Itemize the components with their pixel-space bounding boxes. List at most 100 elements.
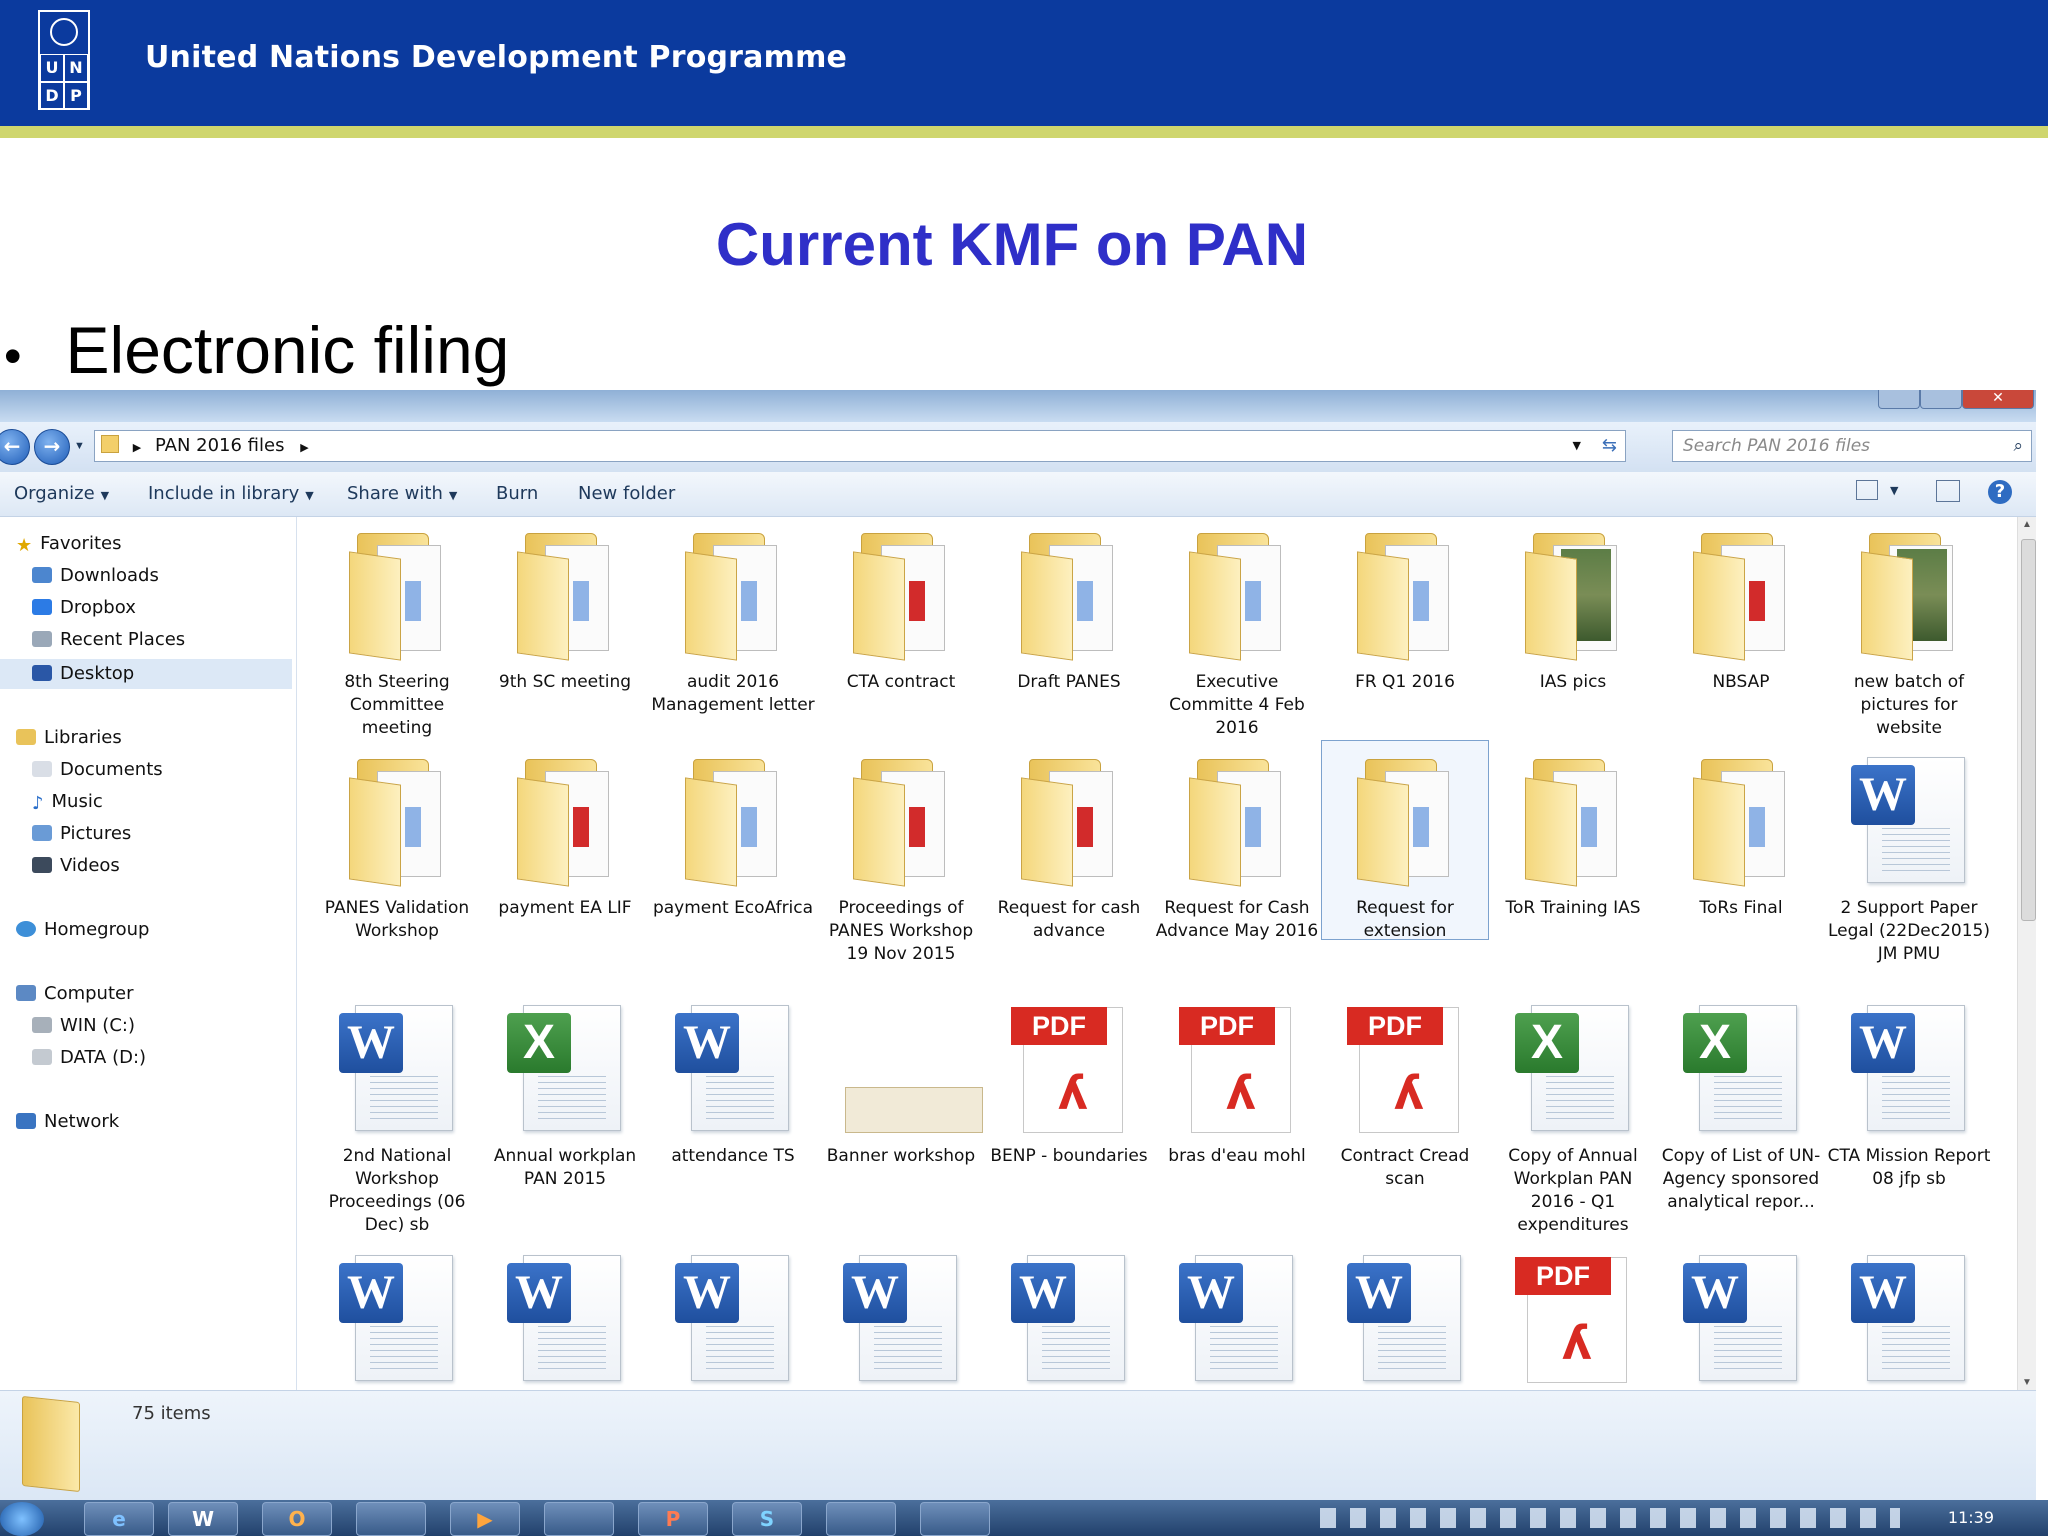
nav-homegroup[interactable]: Homegroup — [16, 919, 149, 940]
new-folder-button[interactable]: New folder — [578, 483, 675, 504]
file-item-powerpoint[interactable]: Banner workshop — [818, 999, 984, 1168]
change-view-icon[interactable] — [1856, 480, 1878, 500]
close-button[interactable]: ✕ — [1962, 390, 2034, 409]
file-item-word[interactable]: W — [1658, 1249, 1824, 1389]
file-item-word[interactable]: W2 Support Paper Legal (22Dec2015) JM PM… — [1826, 751, 1992, 966]
breadcrumb-current[interactable]: PAN 2016 files — [155, 435, 285, 456]
file-item-word[interactable]: W — [314, 1249, 480, 1389]
scroll-up-icon[interactable]: ▲ — [2022, 519, 2032, 530]
nav-dropbox[interactable]: Dropbox — [32, 597, 136, 618]
file-item-word[interactable]: Wattendance TS — [650, 999, 816, 1168]
file-item-word[interactable]: W — [482, 1249, 648, 1389]
view-dropdown-icon[interactable]: ▼ — [1890, 484, 1898, 497]
nav-documents[interactable]: Documents — [32, 759, 163, 780]
nav-drive-c[interactable]: WIN (C:) — [32, 1015, 135, 1036]
file-item-word[interactable]: W — [818, 1249, 984, 1389]
taskbar-outlook-button[interactable]: O — [262, 1502, 332, 1536]
folder-item[interactable]: Draft PANES — [986, 525, 1152, 694]
file-item-excel[interactable]: X Copy of Annual Workplan PAN 2016 - Q1 e… — [1490, 999, 1656, 1237]
maximize-button[interactable] — [1920, 390, 1962, 409]
folder-item[interactable]: Proceedings of PANES Workshop 19 Nov 201… — [818, 751, 984, 966]
file-item-pdf[interactable]: ʎ PDF bras d'eau mohl — [1154, 999, 1320, 1168]
system-tray-icons[interactable] — [1320, 1508, 1900, 1528]
scrollbar-thumb[interactable] — [2021, 539, 2036, 921]
file-item-pdf[interactable]: ʎ PDF BENP - boundaries — [986, 999, 1152, 1168]
folder-item[interactable]: new batch of pictures for website — [1826, 525, 1992, 740]
folder-item[interactable]: NBSAP — [1658, 525, 1824, 694]
folder-item[interactable]: Request for cash advance — [986, 751, 1152, 943]
file-item-word[interactable]: W CTA Mission Report 08 jfp sb — [1826, 999, 1992, 1191]
nav-drive-d[interactable]: DATA (D:) — [32, 1047, 146, 1068]
nav-network[interactable]: Network — [16, 1111, 119, 1132]
folder-item[interactable]: Executive Committe 4 Feb 2016 — [1154, 525, 1320, 740]
forward-button[interactable]: → — [34, 429, 70, 465]
folder-item[interactable]: ToRs Final — [1658, 751, 1824, 920]
history-dropdown-icon[interactable]: ▼ — [74, 440, 85, 452]
taskbar-firefox-button[interactable] — [544, 1502, 614, 1536]
internet-explorer-icon[interactable]: e — [84, 1502, 154, 1536]
file-item-word[interactable]: W — [1826, 1249, 1992, 1389]
documents-icon — [32, 761, 52, 777]
nav-libraries[interactable]: Libraries — [16, 727, 122, 748]
back-button[interactable]: ← — [0, 429, 30, 465]
file-item-word[interactable]: W — [650, 1249, 816, 1389]
folder-item[interactable]: audit 2016 Management letter — [650, 525, 816, 717]
folder-item[interactable]: payment EA LIF — [482, 751, 648, 920]
preview-pane-icon[interactable] — [1936, 480, 1960, 502]
scroll-down-icon[interactable]: ▼ — [2022, 1377, 2032, 1388]
nav-pictures[interactable]: Pictures — [32, 823, 131, 844]
taskbar-word-button[interactable]: W — [168, 1502, 238, 1536]
folder-item[interactable]: IAS pics — [1490, 525, 1656, 694]
taskbar-powerpoint-button[interactable]: P — [638, 1502, 708, 1536]
file-item-pdf[interactable]: ʎ PDF — [1490, 1249, 1656, 1389]
folder-item-selected[interactable]: Request for extension — [1321, 740, 1489, 941]
file-item-word[interactable]: W — [1154, 1249, 1320, 1389]
folder-item[interactable]: 9th SC meeting — [482, 525, 648, 694]
help-icon[interactable]: ? — [1988, 480, 2012, 504]
taskbar-clock[interactable]: 11:39 — [1948, 1508, 1994, 1527]
file-item-excel[interactable]: X Annual workplan PAN 2015 — [482, 999, 648, 1191]
folder-item[interactable]: payment EcoAfrica — [650, 751, 816, 920]
nav-downloads[interactable]: Downloads — [32, 565, 159, 586]
nav-desktop[interactable]: Desktop — [0, 659, 292, 689]
folder-item[interactable]: ToR Training IAS — [1490, 751, 1656, 920]
file-item-excel[interactable]: X Copy of List of UN-Agency sponsored ana… — [1658, 999, 1824, 1214]
taskbar-paint-button[interactable] — [920, 1502, 990, 1536]
file-item-word[interactable]: W 2nd National Workshop Proceedings (06 D… — [314, 999, 480, 1237]
vertical-scrollbar[interactable]: ▲ ▼ — [2017, 517, 2036, 1390]
folder-item[interactable]: Request for Cash Advance May 2016 — [1154, 751, 1320, 943]
folder-item[interactable]: CTA contract — [818, 525, 984, 694]
word-document-icon: W — [1345, 1249, 1465, 1389]
file-item-pdf[interactable]: ʎ PDF Contract Cread scan — [1322, 999, 1488, 1191]
organize-menu[interactable]: Organize ▼ — [14, 483, 109, 504]
breadcrumb-chevron-icon[interactable]: ▶ — [300, 441, 308, 454]
nav-computer[interactable]: Computer — [16, 983, 133, 1004]
nav-videos[interactable]: Videos — [32, 855, 120, 876]
address-bar[interactable]: ▶ PAN 2016 files ▶ ▼ ⇆ — [94, 430, 1626, 462]
nav-music[interactable]: ♪ Music — [32, 791, 103, 814]
burn-button[interactable]: Burn — [496, 483, 538, 504]
start-button[interactable] — [0, 1502, 44, 1536]
file-item-word[interactable]: W — [986, 1249, 1152, 1389]
folder-photo-icon — [1849, 525, 1969, 665]
folder-item[interactable]: 8th Steering Committee meeting — [314, 525, 480, 740]
share-with-menu[interactable]: Share with ▼ — [347, 483, 457, 504]
taskbar-explorer-button[interactable] — [356, 1502, 426, 1536]
include-in-library-menu[interactable]: Include in library ▼ — [148, 483, 314, 504]
minimize-button[interactable] — [1878, 390, 1920, 409]
refresh-icon[interactable]: ⇆ — [1602, 431, 1617, 461]
taskbar-acrobat-button[interactable] — [826, 1502, 896, 1536]
window-titlebar[interactable]: ✕ — [0, 390, 2036, 422]
file-item-word[interactable]: W — [1322, 1249, 1488, 1389]
search-icon[interactable]: ⌕ — [2013, 431, 2023, 461]
taskbar-media-player-button[interactable]: ▶ — [450, 1502, 520, 1536]
nav-recent-places[interactable]: Recent Places — [32, 629, 185, 650]
taskbar-skype-button[interactable]: S — [732, 1502, 802, 1536]
folder-item[interactable]: PANES Validation Workshop — [314, 751, 480, 943]
address-dropdown-icon[interactable]: ▼ — [1573, 431, 1581, 461]
breadcrumb-chevron-icon[interactable]: ▶ — [133, 441, 141, 454]
nav-favorites[interactable]: ★ Favorites — [16, 533, 121, 556]
word-document-icon: W — [1849, 999, 1969, 1139]
search-input[interactable]: Search PAN 2016 files ⌕ — [1672, 430, 2032, 462]
folder-item[interactable]: FR Q1 2016 — [1322, 525, 1488, 694]
